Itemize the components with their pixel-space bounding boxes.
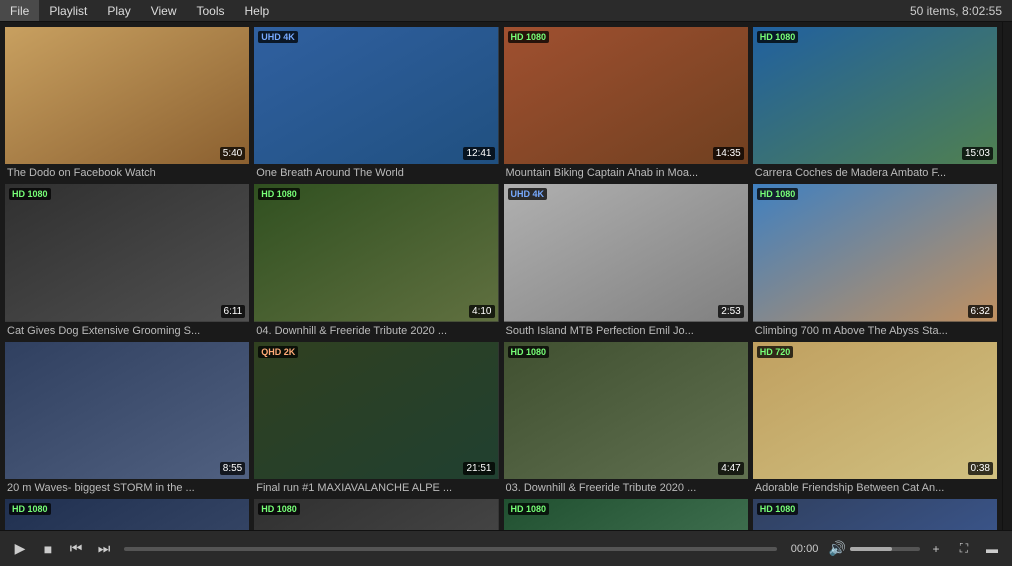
video-title: Adorable Friendship Between Cat An...	[753, 482, 997, 494]
menu-view[interactable]: View	[141, 0, 187, 21]
quality-badge: HD 1080	[757, 188, 799, 200]
playback-controls: ▶ ■ ⏮ ⏭ 00:00 🔊 + ⛶ ▬	[0, 530, 1012, 566]
duration-badge: 4:47	[718, 462, 743, 475]
video-item[interactable]: HD 1080 4:10 04. Downhill & Freeride Tribu…	[254, 184, 498, 336]
video-item[interactable]: UHD 4K 2:53 South Island MTB Perfection Em…	[504, 184, 748, 336]
video-title: Carrera Coches de Madera Ambato F...	[753, 167, 997, 179]
menu-file[interactable]: File	[0, 0, 39, 21]
thumbnail	[5, 342, 249, 479]
video-item[interactable]: 8:55 20 m Waves- biggest STORM in the ...	[5, 342, 249, 494]
thumbnail	[5, 184, 249, 321]
duration-badge: 14:35	[713, 147, 744, 160]
duration-badge: 21:51	[463, 462, 494, 475]
video-title: One Breath Around The World	[254, 167, 498, 179]
video-item[interactable]: HD 720 0:38 Adorable Friendship Between Ca…	[753, 342, 997, 494]
menu-help[interactable]: Help	[235, 0, 280, 21]
video-title: 04. Downhill & Freeride Tribute 2020 ...	[254, 325, 498, 337]
quality-badge: HD 1080	[9, 188, 51, 200]
fullscreen-button[interactable]: ⛶	[952, 537, 976, 561]
time-display: 00:00	[785, 543, 825, 555]
progress-bar[interactable]	[124, 547, 777, 551]
duration-badge: 6:11	[221, 305, 246, 318]
video-item[interactable]: HD 1080 4:47 03. Downhill & Freeride Tribu…	[504, 342, 748, 494]
quality-badge: HD 1080	[508, 31, 550, 43]
plus-button[interactable]: +	[924, 537, 948, 561]
video-title: Climbing 700 m Above The Abyss Sta...	[753, 325, 997, 337]
quality-badge: HD 1080	[508, 503, 550, 515]
thumbnail	[753, 184, 997, 321]
quality-badge: HD 1080	[9, 503, 51, 515]
thumbnail	[254, 342, 498, 479]
video-item[interactable]: HD 1080	[753, 499, 997, 530]
next-button[interactable]: ⏭	[92, 537, 116, 561]
prev-button[interactable]: ⏮	[64, 537, 88, 561]
thumbnail	[504, 184, 748, 321]
extended-button[interactable]: ▬	[980, 537, 1004, 561]
duration-badge: 12:41	[463, 147, 494, 160]
video-item[interactable]: QHD 2K 21:51 Final run #1 MAXIAVALANCHE AL…	[254, 342, 498, 494]
quality-badge: UHD 4K	[258, 31, 298, 43]
quality-badge: HD 1080	[757, 31, 799, 43]
duration-badge: 4:10	[469, 305, 494, 318]
quality-badge: HD 1080	[508, 346, 550, 358]
duration-badge: 5:40	[220, 147, 245, 160]
volume-icon: 🔊	[829, 540, 846, 557]
quality-badge: HD 720	[757, 346, 794, 358]
video-item[interactable]: HD 1080	[504, 499, 748, 530]
video-item[interactable]: HD 1080	[254, 499, 498, 530]
duration-badge: 2:53	[718, 305, 743, 318]
menu-bar: File Playlist Play View Tools Help 50 it…	[0, 0, 1012, 22]
menu-play[interactable]: Play	[97, 0, 140, 21]
menu-playlist[interactable]: Playlist	[39, 0, 97, 21]
quality-badge: HD 1080	[757, 503, 799, 515]
video-item[interactable]: HD 1080	[5, 499, 249, 530]
video-item[interactable]: UHD 4K 12:41 One Breath Around The World	[254, 27, 498, 179]
quality-badge: QHD 2K	[258, 346, 298, 358]
video-title: 03. Downhill & Freeride Tribute 2020 ...	[504, 482, 748, 494]
video-item[interactable]: 5:40 The Dodo on Facebook Watch	[5, 27, 249, 179]
volume-bar[interactable]	[850, 547, 920, 551]
duration-badge: 8:55	[220, 462, 245, 475]
scrollbar[interactable]	[1002, 22, 1012, 530]
thumbnail	[504, 342, 748, 479]
video-title: 20 m Waves- biggest STORM in the ...	[5, 482, 249, 494]
thumbnail	[254, 27, 498, 164]
video-item[interactable]: HD 1080 14:35 Mountain Biking Captain Ahab…	[504, 27, 748, 179]
thumbnail	[753, 27, 997, 164]
thumbnail	[5, 27, 249, 164]
video-title: South Island MTB Perfection Emil Jo...	[504, 325, 748, 337]
thumbnail	[254, 184, 498, 321]
video-title: Cat Gives Dog Extensive Grooming S...	[5, 325, 249, 337]
main-area: 5:40 The Dodo on Facebook Watch UHD 4K 12:…	[0, 22, 1012, 530]
video-title: Final run #1 MAXIAVALANCHE ALPE ...	[254, 482, 498, 494]
quality-badge: HD 1080	[258, 503, 300, 515]
video-item[interactable]: HD 1080 6:32 Climbing 700 m Above The Abys…	[753, 184, 997, 336]
stop-button[interactable]: ■	[36, 537, 60, 561]
video-title: The Dodo on Facebook Watch	[5, 167, 249, 179]
thumbnail	[504, 27, 748, 164]
quality-badge: UHD 4K	[508, 188, 548, 200]
duration-badge: 15:03	[962, 147, 993, 160]
items-count: 50 items, 8:02:55	[910, 4, 1012, 18]
video-item[interactable]: HD 1080 15:03 Carrera Coches de Madera Amb…	[753, 27, 997, 179]
play-button[interactable]: ▶	[8, 537, 32, 561]
volume-fill	[850, 547, 892, 551]
video-item[interactable]: HD 1080 6:11 Cat Gives Dog Extensive Groom…	[5, 184, 249, 336]
duration-badge: 0:38	[968, 462, 993, 475]
video-title: Mountain Biking Captain Ahab in Moa...	[504, 167, 748, 179]
duration-badge: 6:32	[968, 305, 993, 318]
quality-badge: HD 1080	[258, 188, 300, 200]
playlist: 5:40 The Dodo on Facebook Watch UHD 4K 12:…	[0, 22, 1002, 530]
menu-tools[interactable]: Tools	[187, 0, 235, 21]
thumbnail	[753, 342, 997, 479]
